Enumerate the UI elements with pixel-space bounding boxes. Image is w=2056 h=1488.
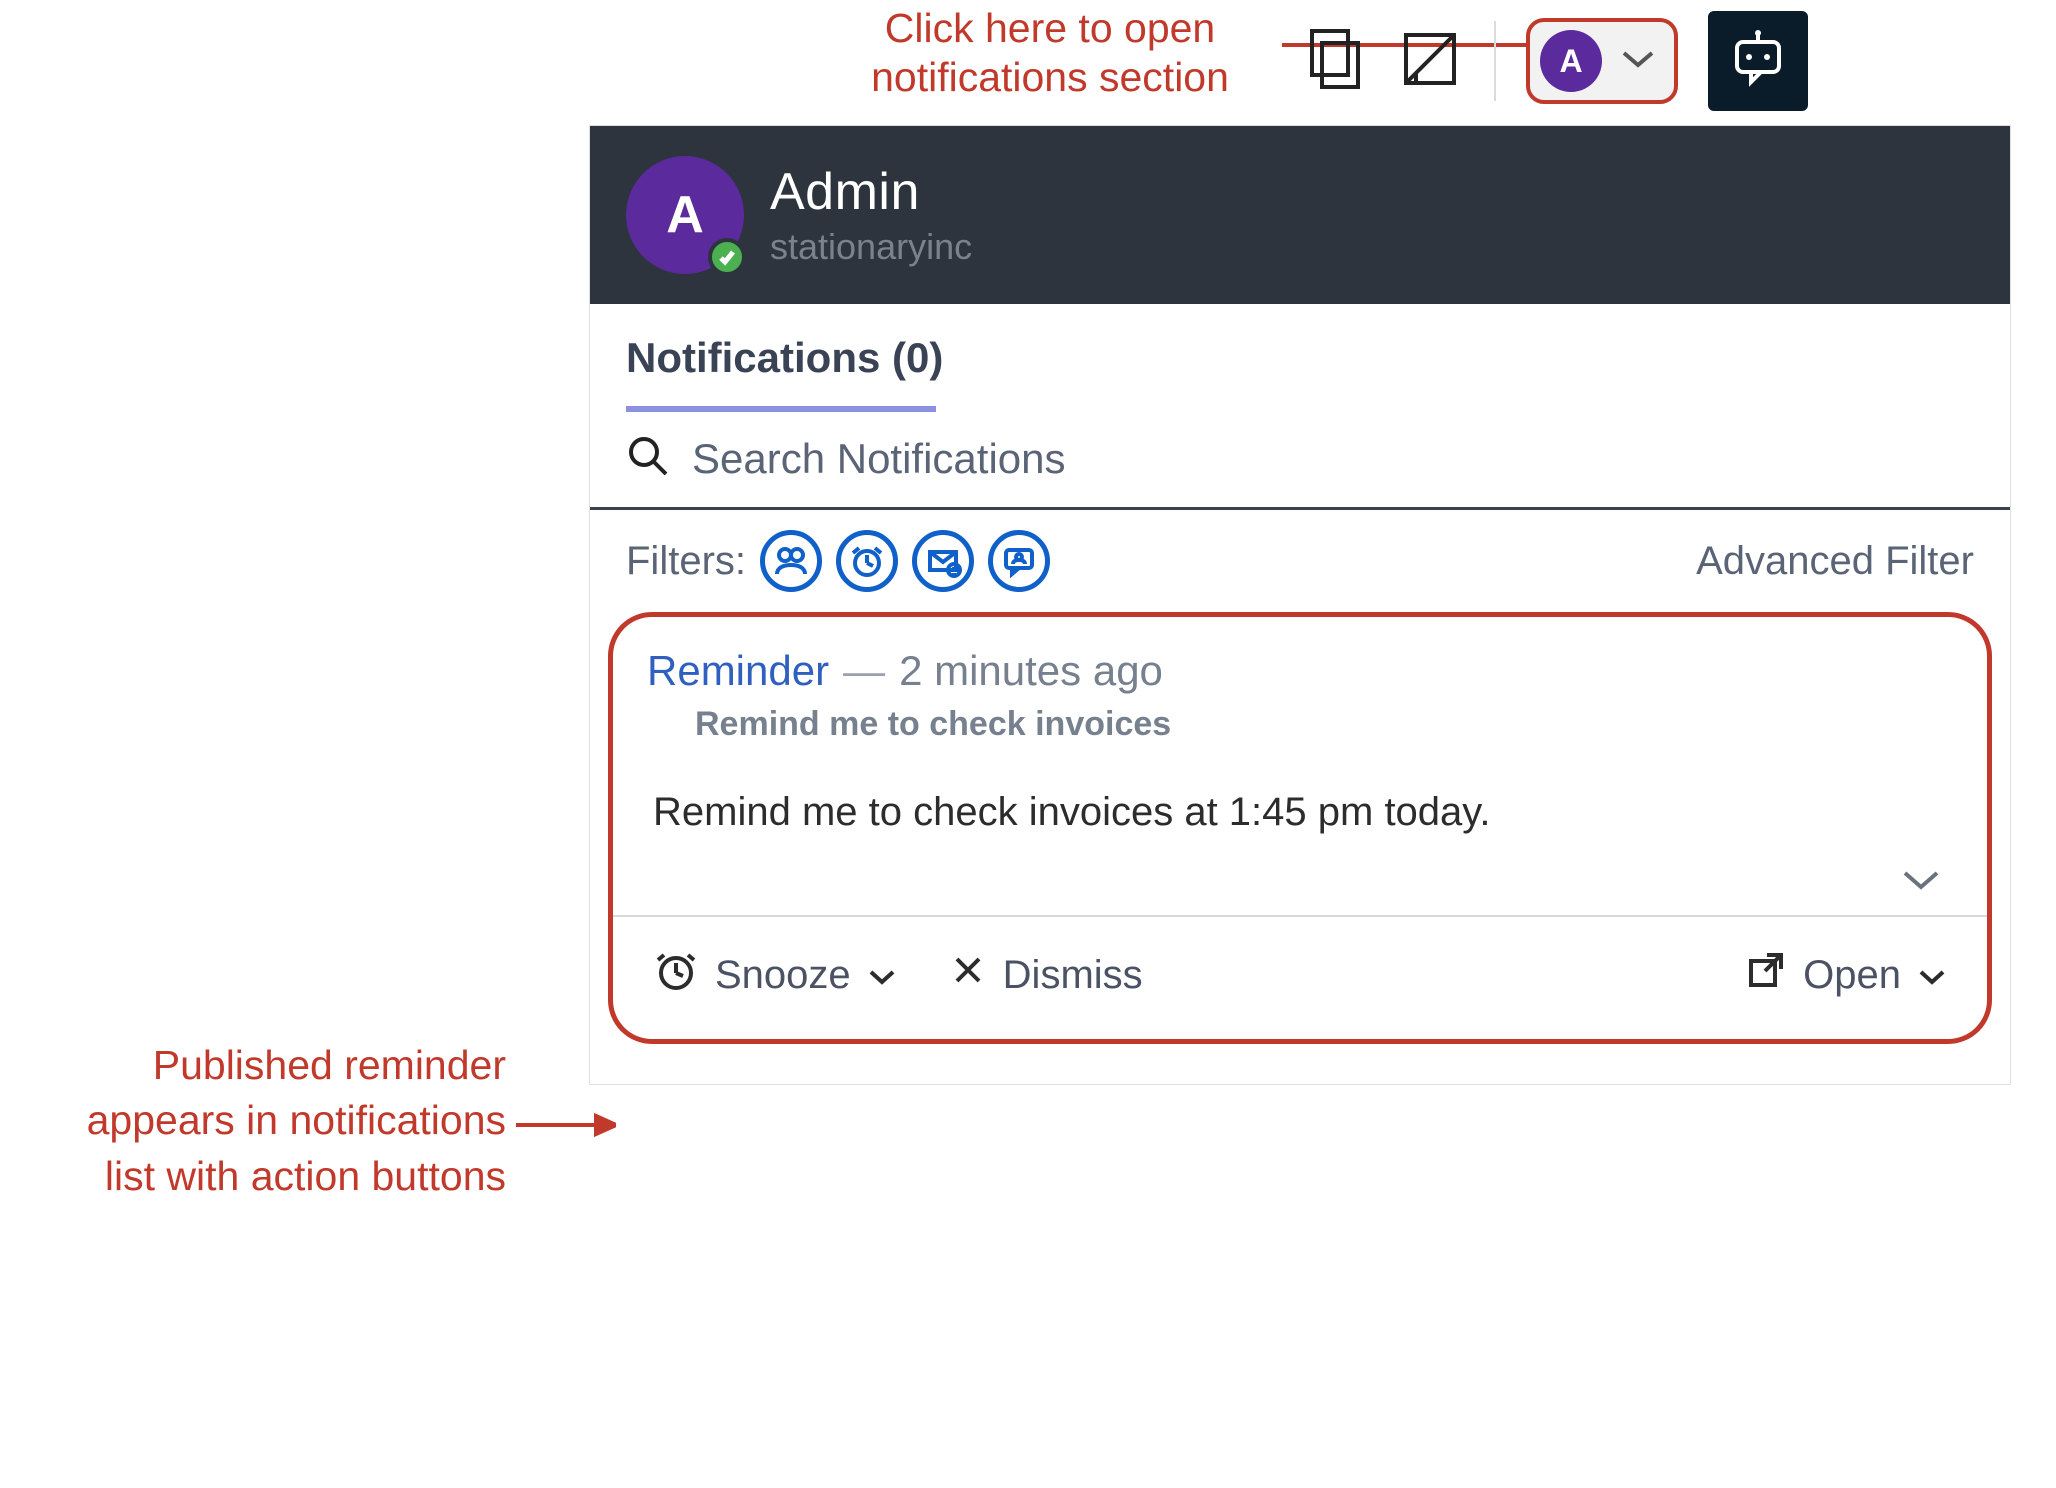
- topbar-divider: [1494, 21, 1496, 101]
- notifications-panel: A Admin stationaryinc Notifications (0): [590, 126, 2010, 1084]
- dismiss-button[interactable]: Dismiss: [949, 951, 1143, 999]
- draft-icon[interactable]: [1396, 25, 1464, 98]
- avatar-small: A: [1540, 30, 1602, 92]
- advanced-filter-link[interactable]: Advanced Filter: [1696, 539, 1974, 584]
- alarm-clock-icon: [653, 947, 699, 1003]
- snooze-label: Snooze: [715, 953, 851, 998]
- close-icon: [949, 951, 987, 999]
- chevron-down-icon: [1917, 953, 1947, 998]
- filter-mail-alert-icon[interactable]: [912, 530, 974, 592]
- user-org: stationaryinc: [770, 226, 972, 268]
- notification-separator: —: [843, 647, 885, 695]
- search-row: [590, 412, 2010, 510]
- assistant-button[interactable]: [1708, 11, 1808, 111]
- avatar-small-initial: A: [1559, 43, 1582, 80]
- expand-button[interactable]: [647, 865, 1953, 915]
- notification-subtitle: Remind me to check invoices: [695, 705, 1953, 744]
- search-icon: [626, 434, 670, 483]
- search-input[interactable]: [692, 435, 1974, 483]
- notification-body: Remind me to check invoices at 1:45 pm t…: [653, 790, 1953, 835]
- snooze-button[interactable]: Snooze: [653, 947, 897, 1003]
- annotation-reminder-card-text: Published reminder appears in notificati…: [87, 1042, 506, 1199]
- notification-actions: Snooze Dismiss: [647, 917, 1953, 1039]
- presence-online-icon: [708, 238, 746, 276]
- user-name: Admin: [770, 162, 972, 222]
- panel-header: A Admin stationaryinc: [590, 126, 2010, 304]
- avatar: A: [626, 156, 744, 274]
- tab-notifications-label: Notifications (0): [626, 334, 943, 381]
- notification-card: Reminder — 2 minutes ago Remind me to ch…: [608, 612, 1992, 1044]
- annotation-left-arrow-icon: [516, 1110, 616, 1145]
- annotation-open-notifications: Click here to open notifications section: [820, 4, 1280, 102]
- tab-notifications[interactable]: Notifications (0): [626, 334, 943, 400]
- top-bar: A: [1250, 6, 2056, 116]
- dismiss-label: Dismiss: [1003, 953, 1143, 998]
- filter-clock-icon[interactable]: [836, 530, 898, 592]
- open-external-icon: [1745, 949, 1787, 1001]
- chevron-down-icon: [1620, 47, 1656, 76]
- filter-chat-person-icon[interactable]: [988, 530, 1050, 592]
- open-label: Open: [1803, 953, 1901, 998]
- avatar-initial: A: [666, 185, 704, 245]
- filter-people-icon[interactable]: [760, 530, 822, 592]
- filter-row: Filters: Advanced Filter: [590, 510, 2010, 612]
- annotation-open-notifications-text: Click here to open notifications section: [871, 5, 1229, 100]
- notification-type[interactable]: Reminder: [647, 647, 829, 695]
- copy-icon[interactable]: [1300, 25, 1368, 98]
- open-button[interactable]: Open: [1745, 949, 1947, 1001]
- user-menu-button[interactable]: A: [1526, 18, 1678, 104]
- annotation-reminder-card: Published reminder appears in notificati…: [26, 1038, 506, 1204]
- chevron-down-icon: [867, 953, 897, 998]
- filters-label: Filters:: [626, 539, 746, 584]
- notification-time: 2 minutes ago: [899, 647, 1163, 695]
- tabs: Notifications (0): [590, 304, 2010, 412]
